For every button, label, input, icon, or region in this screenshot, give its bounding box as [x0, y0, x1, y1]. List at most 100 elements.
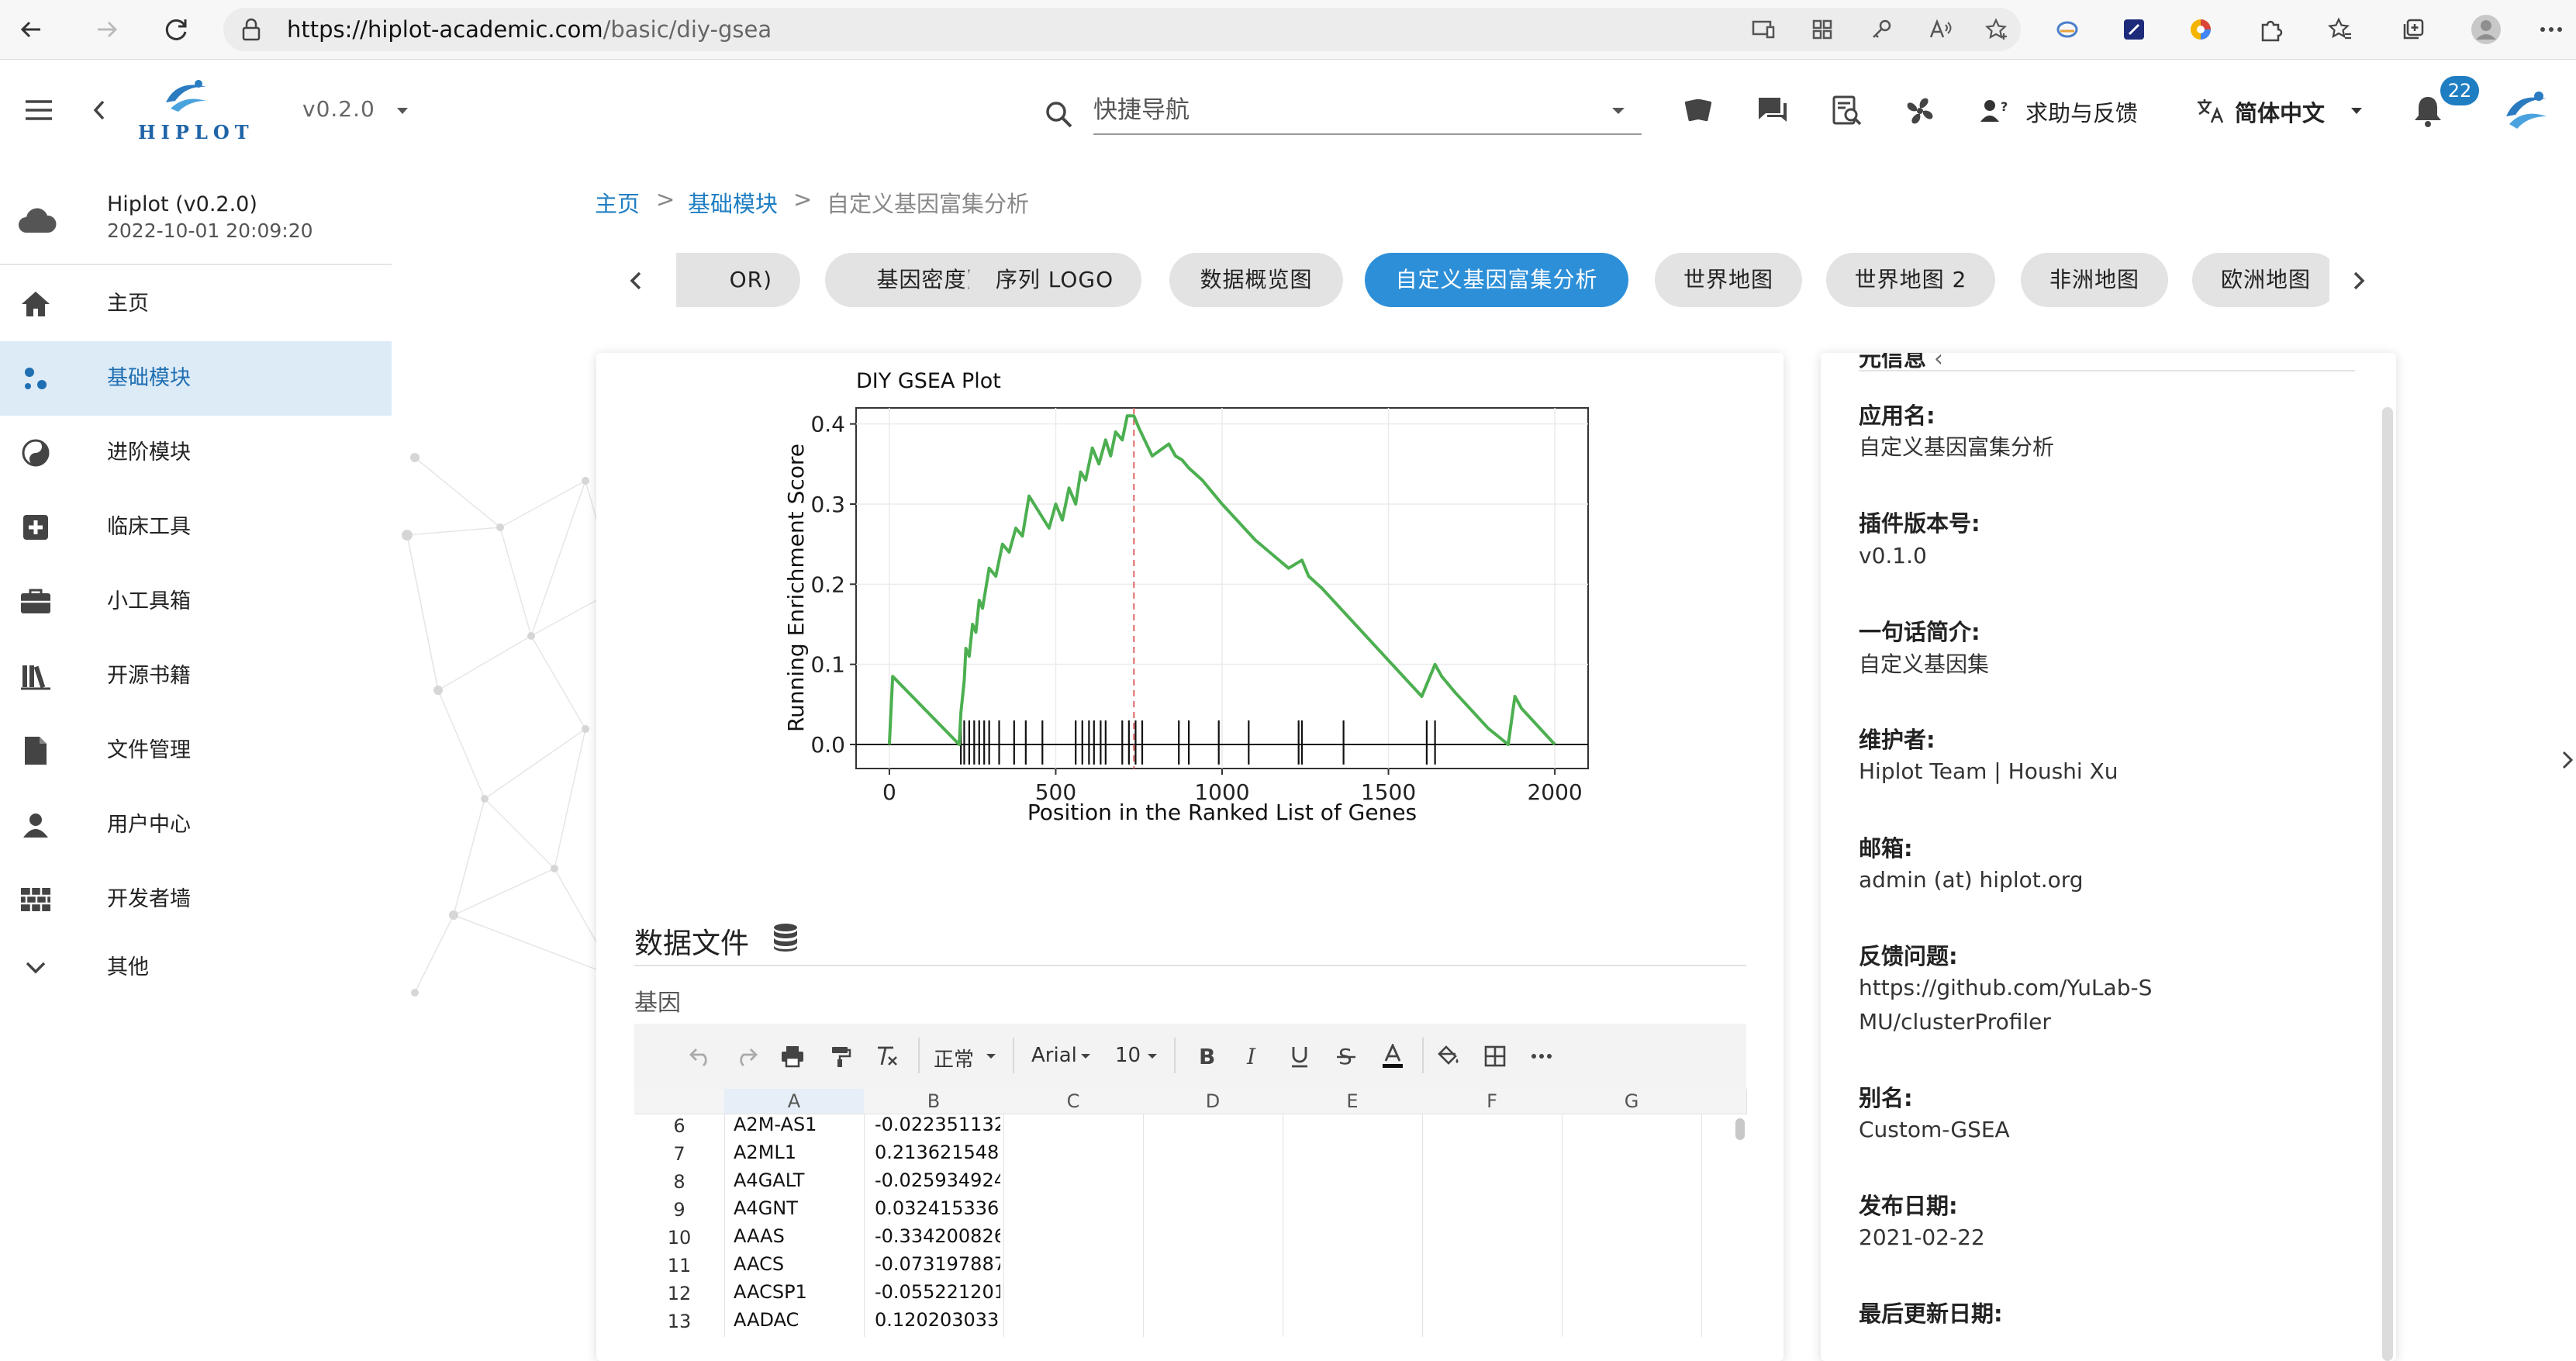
- read-aloud-icon[interactable]: [1926, 16, 1954, 43]
- more-options-icon[interactable]: [1526, 1041, 1557, 1072]
- tab-chip[interactable]: 非洲地图: [2021, 253, 2168, 307]
- redo-icon[interactable]: [730, 1041, 761, 1072]
- extension-square-icon[interactable]: [2120, 16, 2148, 43]
- cell-gene[interactable]: AACS: [734, 1253, 858, 1275]
- cell-value[interactable]: -0.0552212018: [875, 1281, 1000, 1303]
- sidebar-item-open-books[interactable]: 开源书籍: [0, 639, 392, 713]
- cell-value[interactable]: -0.0223511320: [875, 1114, 1000, 1135]
- paint-format-icon[interactable]: [825, 1041, 856, 1072]
- language-caret-icon[interactable]: [2345, 101, 2368, 121]
- font-size-select[interactable]: 10: [1115, 1044, 1141, 1067]
- row-number[interactable]: 10: [634, 1227, 724, 1249]
- row-number[interactable]: 9: [634, 1199, 724, 1221]
- cell-gene[interactable]: A2ML1: [734, 1142, 858, 1163]
- column-header[interactable]: B: [864, 1089, 1004, 1114]
- fill-color-icon[interactable]: [1433, 1041, 1464, 1072]
- bold-icon[interactable]: B: [1191, 1041, 1222, 1072]
- help-feedback-link[interactable]: 求助与反馈: [2025, 95, 2138, 128]
- favorites-icon[interactable]: [2325, 14, 2356, 45]
- sidebar-item-basic-modules[interactable]: 基础模块: [0, 341, 392, 416]
- hamburger-menu-icon[interactable]: [20, 95, 57, 126]
- key-icon[interactable]: [1867, 16, 1895, 43]
- row-number[interactable]: 12: [634, 1283, 724, 1304]
- row-number[interactable]: 7: [634, 1143, 724, 1165]
- version-label[interactable]: v0.2.0: [302, 96, 375, 122]
- cell-value[interactable]: -0.3342008261: [875, 1225, 1000, 1247]
- search-dropdown-caret-icon[interactable]: [1607, 101, 1630, 121]
- sidebar-item-file-manager[interactable]: 文件管理: [0, 713, 392, 788]
- font-select[interactable]: Arial: [1031, 1044, 1077, 1067]
- chat-icon[interactable]: [1752, 92, 1793, 130]
- column-header[interactable]: E: [1283, 1089, 1423, 1114]
- borders-icon[interactable]: [1480, 1041, 1511, 1072]
- extension-color-icon[interactable]: [2187, 16, 2215, 43]
- cards-icon[interactable]: [1678, 92, 1718, 130]
- tab-chip-active[interactable]: 自定义基因富集分析: [1365, 253, 1628, 307]
- format-select[interactable]: 正常: [934, 1044, 974, 1073]
- cell-value[interactable]: 0.2136215488: [875, 1142, 1000, 1163]
- collapse-chevron-icon[interactable]: [85, 95, 113, 126]
- sidebar-item-user-center[interactable]: 用户中心: [0, 788, 392, 862]
- italic-icon[interactable]: I: [1238, 1041, 1269, 1072]
- language-selector[interactable]: 简体中文: [2235, 95, 2325, 128]
- cell-value[interactable]: -0.0731978876: [875, 1253, 1000, 1275]
- underline-icon[interactable]: [1284, 1041, 1315, 1072]
- text-color-icon[interactable]: [1377, 1041, 1408, 1072]
- clear-format-icon[interactable]: [872, 1041, 903, 1072]
- url-text[interactable]: https://hiplot-academic.com/basic/diy-gs…: [287, 11, 772, 48]
- profile-avatar-icon[interactable]: [2469, 12, 2503, 47]
- column-header[interactable]: G: [1562, 1089, 1702, 1114]
- breadcrumb-basic-modules[interactable]: 基础模块: [688, 186, 778, 219]
- back-arrow-icon[interactable]: [16, 14, 47, 45]
- logo-wordmark[interactable]: HIPLOT: [138, 121, 254, 143]
- more-menu-icon[interactable]: [2536, 16, 2567, 43]
- font-size-caret-icon[interactable]: [1143, 1047, 1162, 1066]
- database-icon[interactable]: [768, 920, 803, 955]
- format-caret-icon[interactable]: [982, 1047, 1000, 1066]
- sidebar-item-clinical-tools[interactable]: 临床工具: [0, 490, 392, 565]
- breadcrumb-home[interactable]: 主页: [595, 186, 640, 219]
- cell-value[interactable]: 0.0324153369: [875, 1197, 1000, 1219]
- column-header[interactable]: A: [724, 1089, 865, 1114]
- sidebar-item-toolbox[interactable]: 小工具箱: [0, 565, 392, 639]
- document-search-icon[interactable]: [1827, 92, 1867, 130]
- tab-chip[interactable]: OR): [676, 253, 800, 307]
- search-input[interactable]: [1093, 90, 1559, 130]
- row-number[interactable]: 8: [634, 1171, 724, 1193]
- corner-header[interactable]: [634, 1089, 725, 1114]
- info-scrollbar[interactable]: [2382, 407, 2393, 1361]
- strikethrough-icon[interactable]: S: [1331, 1041, 1362, 1072]
- lock-icon[interactable]: [237, 16, 265, 43]
- undo-icon[interactable]: [685, 1041, 717, 1072]
- apps-grid-icon[interactable]: [1808, 16, 1836, 43]
- row-number[interactable]: 6: [634, 1115, 724, 1137]
- cell-gene[interactable]: A2M-AS1: [734, 1114, 858, 1135]
- cell-value[interactable]: 0.1202030338: [875, 1309, 1000, 1331]
- sidebar-item-advanced-modules[interactable]: 进阶模块: [0, 416, 392, 490]
- tab-chip[interactable]: 世界地图 2: [1826, 253, 1995, 307]
- cell-gene[interactable]: AACSP1: [734, 1281, 858, 1303]
- quick-nav-search[interactable]: [1093, 90, 1642, 135]
- search-icon[interactable]: [1039, 95, 1078, 133]
- favorite-add-icon[interactable]: [1982, 16, 2013, 43]
- feedback-link[interactable]: https://github.com/YuLab-SMU/clusterProf…: [1859, 971, 2169, 1039]
- extensions-puzzle-icon[interactable]: [2255, 14, 2286, 45]
- tab-chip[interactable]: 序列 LOGO: [968, 253, 1141, 307]
- cell-gene[interactable]: AADAC: [734, 1309, 858, 1331]
- tab-chip[interactable]: 世界地图: [1655, 253, 1802, 307]
- column-header[interactable]: C: [1003, 1089, 1144, 1114]
- forward-arrow-icon[interactable]: [92, 14, 123, 45]
- row-number[interactable]: 11: [634, 1255, 724, 1276]
- cell-value[interactable]: -0.0259349246: [875, 1169, 1000, 1191]
- print-icon[interactable]: [777, 1041, 808, 1072]
- sidebar-item-other[interactable]: 其他: [0, 931, 392, 1005]
- expand-panel-chevron-icon[interactable]: [2559, 746, 2576, 774]
- fan-icon[interactable]: [1900, 92, 1940, 130]
- translate-icon[interactable]: [2193, 93, 2227, 129]
- column-header[interactable]: D: [1143, 1089, 1283, 1114]
- spreadsheet-grid[interactable]: A B C D E F G 6 A2M-AS1 -0.0223511320 7 …: [634, 1089, 1747, 1337]
- extension-ring-icon[interactable]: [2053, 16, 2081, 43]
- tab-chip[interactable]: 数据概览图: [1169, 253, 1343, 307]
- user-avatar-logo-icon[interactable]: [2498, 84, 2554, 135]
- column-header[interactable]: F: [1422, 1089, 1563, 1114]
